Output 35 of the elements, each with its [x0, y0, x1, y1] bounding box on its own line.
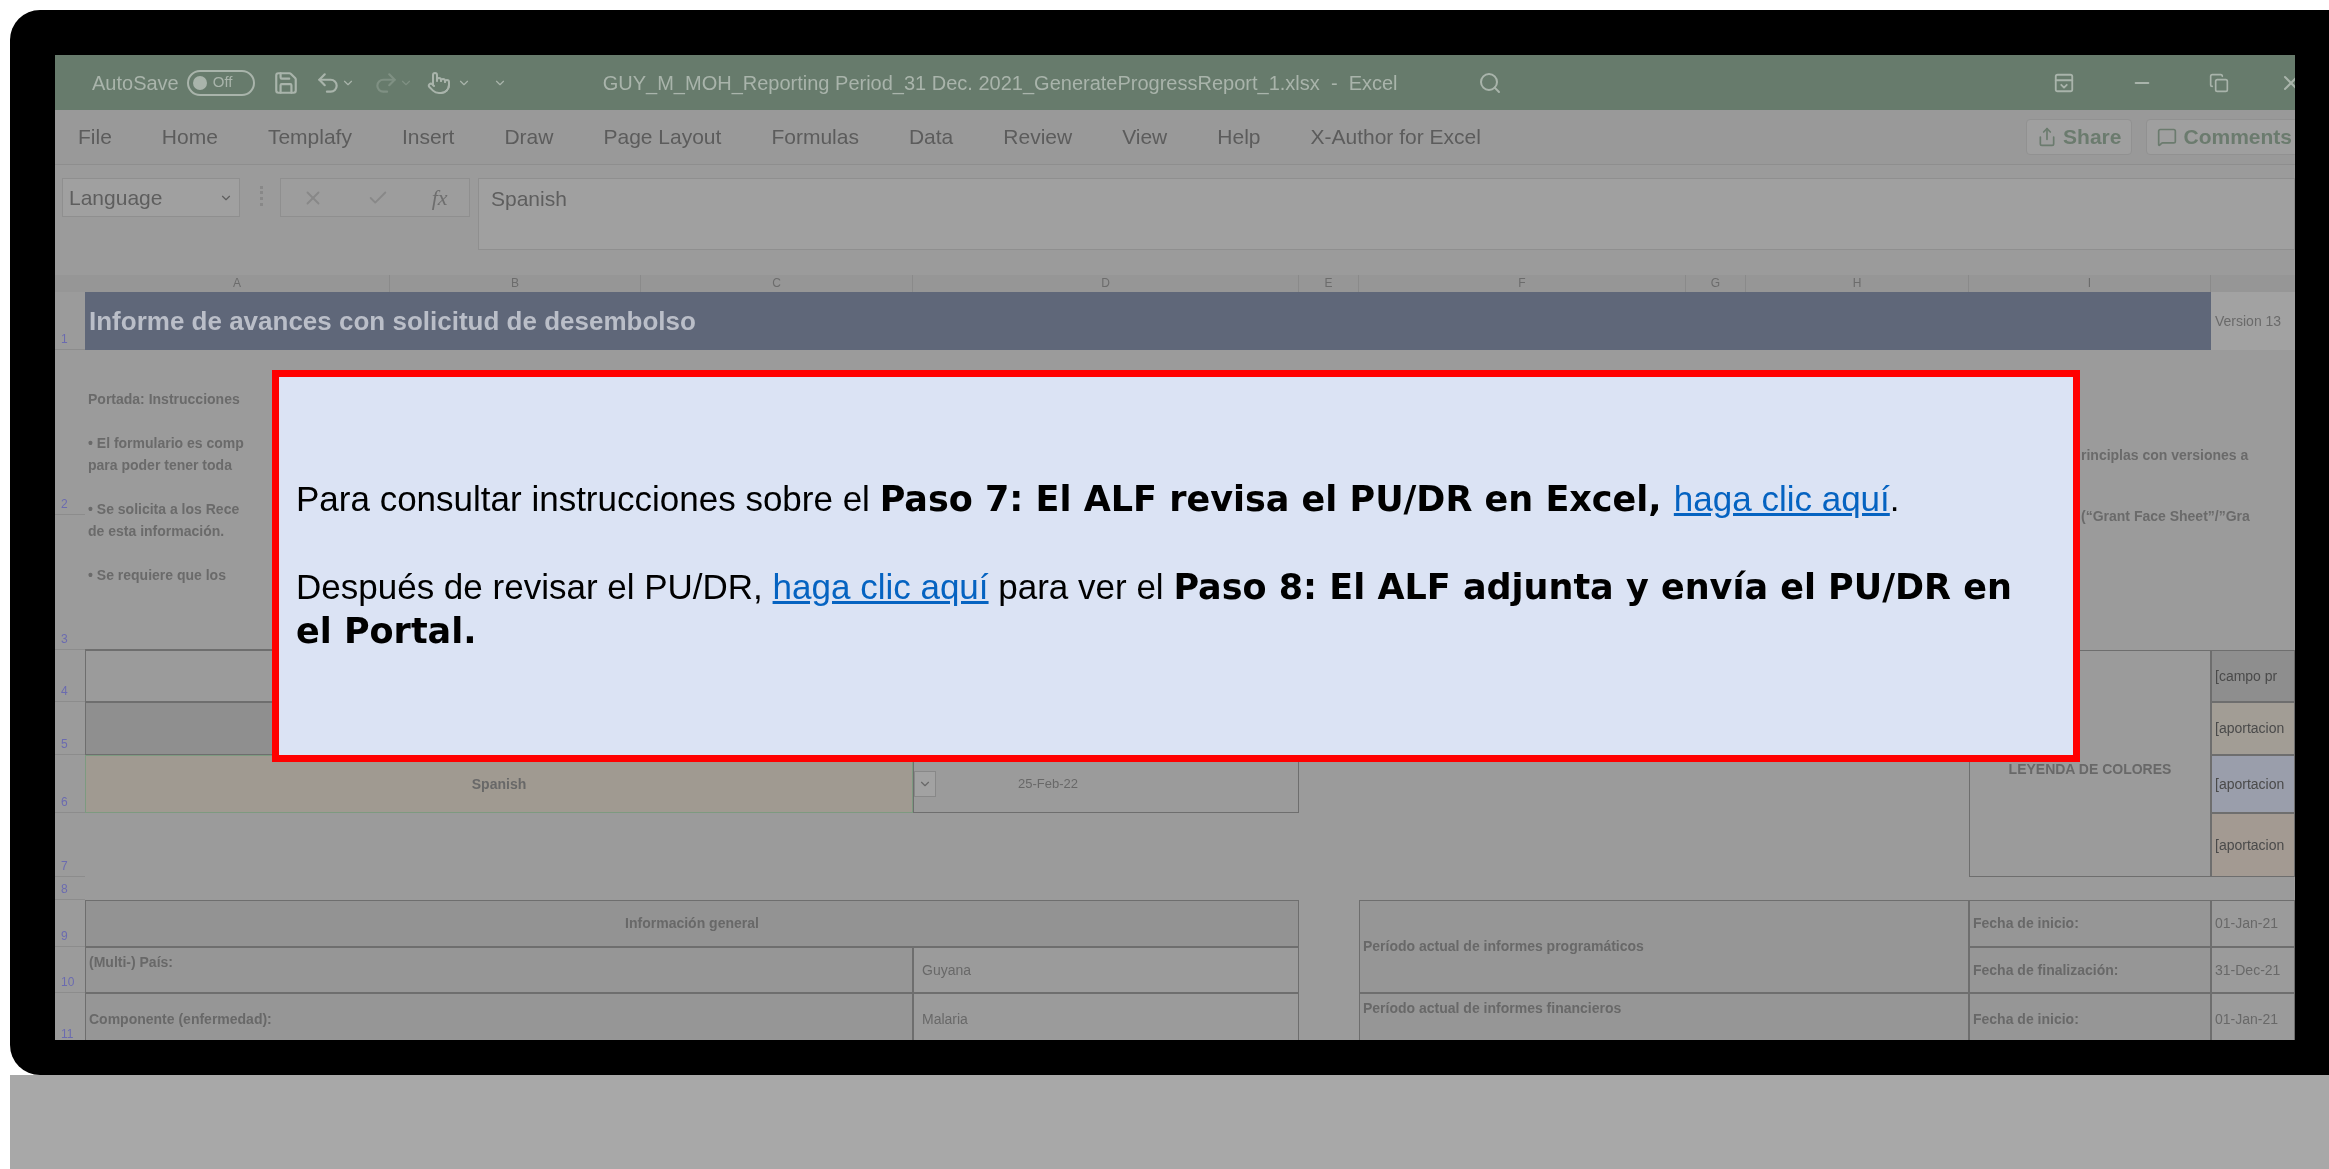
- legend-swatch: [aportacion: [2211, 755, 2295, 813]
- table-cell: Version 13: [2211, 292, 2295, 350]
- ribbon-tab[interactable]: X-Author for Excel: [1303, 121, 1488, 153]
- ribbon-tab[interactable]: Page Layout: [596, 121, 729, 153]
- link[interactable]: haga clic aquí: [1673, 479, 1890, 518]
- ribbon-display-icon[interactable]: [2053, 71, 2075, 94]
- ribbon-tab[interactable]: Insert: [394, 121, 462, 153]
- legend-swatch: [aportacion: [2211, 702, 2295, 755]
- instruction-paragraph: Después de revisar el PU/DR, haga clic aquí para ver el Paso 8: El ALF adjunta y envía el PU/DR en el Portal.: [296, 566, 2013, 653]
- ribbon-tab[interactable]: Home: [154, 121, 225, 153]
- save-icon[interactable]: [272, 69, 299, 96]
- formula-field[interactable]: Spanish: [478, 178, 2295, 250]
- legend-swatch: [aportacion: [2211, 813, 2295, 877]
- ribbon-tab[interactable]: Formulas: [764, 121, 866, 153]
- ribbon-tab[interactable]: Help: [1210, 121, 1268, 153]
- ribbon-tab[interactable]: View: [1115, 121, 1175, 153]
- instruction-paragraph: Para consultar instrucciones sobre el Paso 7: El ALF revisa el PU/DR en Excel, haga clic aquí.: [296, 478, 1900, 521]
- window-title: GUY_M_MOH_Reporting Period_31 Dec. 2021_GenerateProgressReport_1.xlsx - Excel: [602, 70, 1398, 97]
- ribbon-tab[interactable]: Draw: [497, 121, 561, 153]
- link[interactable]: haga clic aquí: [772, 567, 989, 606]
- touch-icon[interactable]: [426, 70, 451, 95]
- ribbon-tab[interactable]: Data: [901, 121, 961, 153]
- share-icon: [2037, 127, 2058, 147]
- restore-icon[interactable]: [2209, 72, 2229, 93]
- search-icon[interactable]: [1477, 70, 1502, 95]
- name-box[interactable]: Language: [62, 178, 240, 217]
- ribbon-tab[interactable]: Review: [996, 121, 1080, 153]
- ribbon-tab[interactable]: Templafy: [260, 121, 359, 153]
- ribbon-tab[interactable]: File: [71, 121, 119, 153]
- autosave-toggle[interactable]: Off: [186, 69, 255, 96]
- dropdown-arrow-button[interactable]: [914, 771, 936, 797]
- sheet-title: Informe de avances con solicitud de desembolso: [85, 292, 2211, 350]
- autosave-label: AutoSave: [92, 70, 179, 96]
- comment-icon: [2157, 127, 2178, 147]
- legend-swatch: [campo pr: [2211, 650, 2295, 702]
